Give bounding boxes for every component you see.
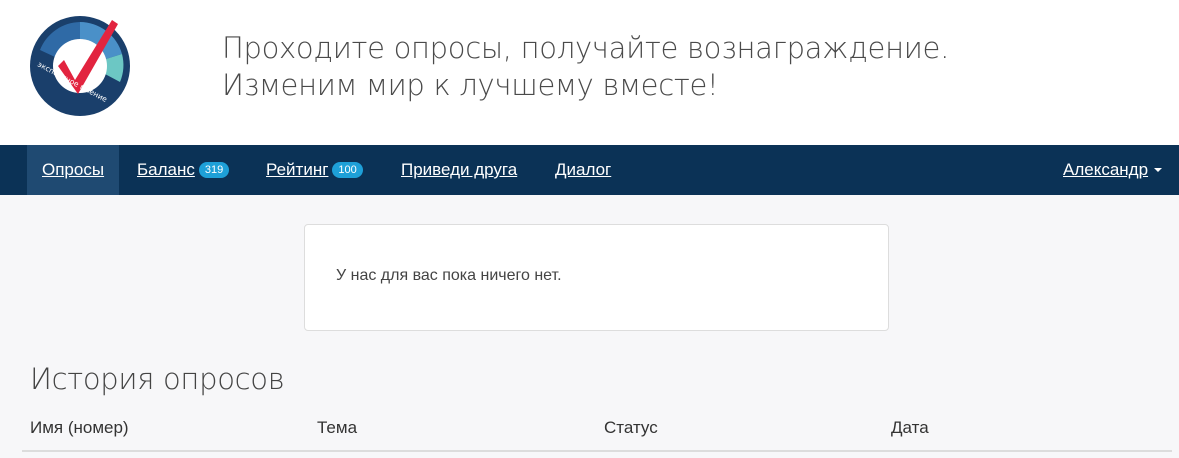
notice-panel: У нас для вас пока ничего нет.	[304, 224, 889, 331]
main-navbar: Опросы Баланс 319 Рейтинг 100 Приведи друг…	[0, 145, 1179, 195]
column-header-date[interactable]: Дата	[891, 418, 929, 438]
rating-badge: 100	[332, 162, 363, 178]
logo-icon[interactable]: экспертное мнение	[28, 14, 132, 118]
nav-item-dialog[interactable]: Диалог	[555, 145, 611, 195]
balance-badge: 319	[198, 162, 230, 178]
nav-label-balance: Баланс	[137, 160, 195, 179]
user-menu[interactable]: Александр	[1063, 145, 1163, 195]
notice-text: У нас для вас пока ничего нет.	[336, 267, 562, 284]
history-title: История опросов	[30, 362, 285, 396]
nav-label-dialog: Диалог	[555, 160, 612, 179]
nav-item-rating[interactable]: Рейтинг 100	[266, 145, 363, 195]
column-header-topic[interactable]: Тема	[317, 418, 357, 438]
user-name: Александр	[1063, 160, 1149, 179]
table-header-divider	[22, 450, 1172, 452]
nav-item-invite-friend[interactable]: Приведи друга	[401, 145, 517, 195]
site-header: экспертное мнение Проходите опросы, полу…	[0, 0, 1179, 145]
slogan: Проходите опросы, получайте вознагражден…	[222, 30, 949, 104]
nav-item-balance[interactable]: Баланс 319	[137, 145, 230, 195]
caret-down-icon	[1154, 168, 1163, 172]
nav-label-surveys: Опросы	[42, 160, 105, 179]
column-header-name[interactable]: Имя (номер)	[30, 418, 129, 438]
slogan-line-2: Изменим мир к лучшему вместе!	[222, 68, 719, 102]
nav-label-invite-friend: Приведи друга	[401, 160, 518, 179]
slogan-line-1: Проходите опросы, получайте вознагражден…	[222, 31, 949, 65]
nav-label-rating: Рейтинг	[266, 160, 329, 179]
column-header-status[interactable]: Статус	[604, 418, 658, 438]
nav-item-surveys[interactable]: Опросы	[27, 145, 120, 195]
